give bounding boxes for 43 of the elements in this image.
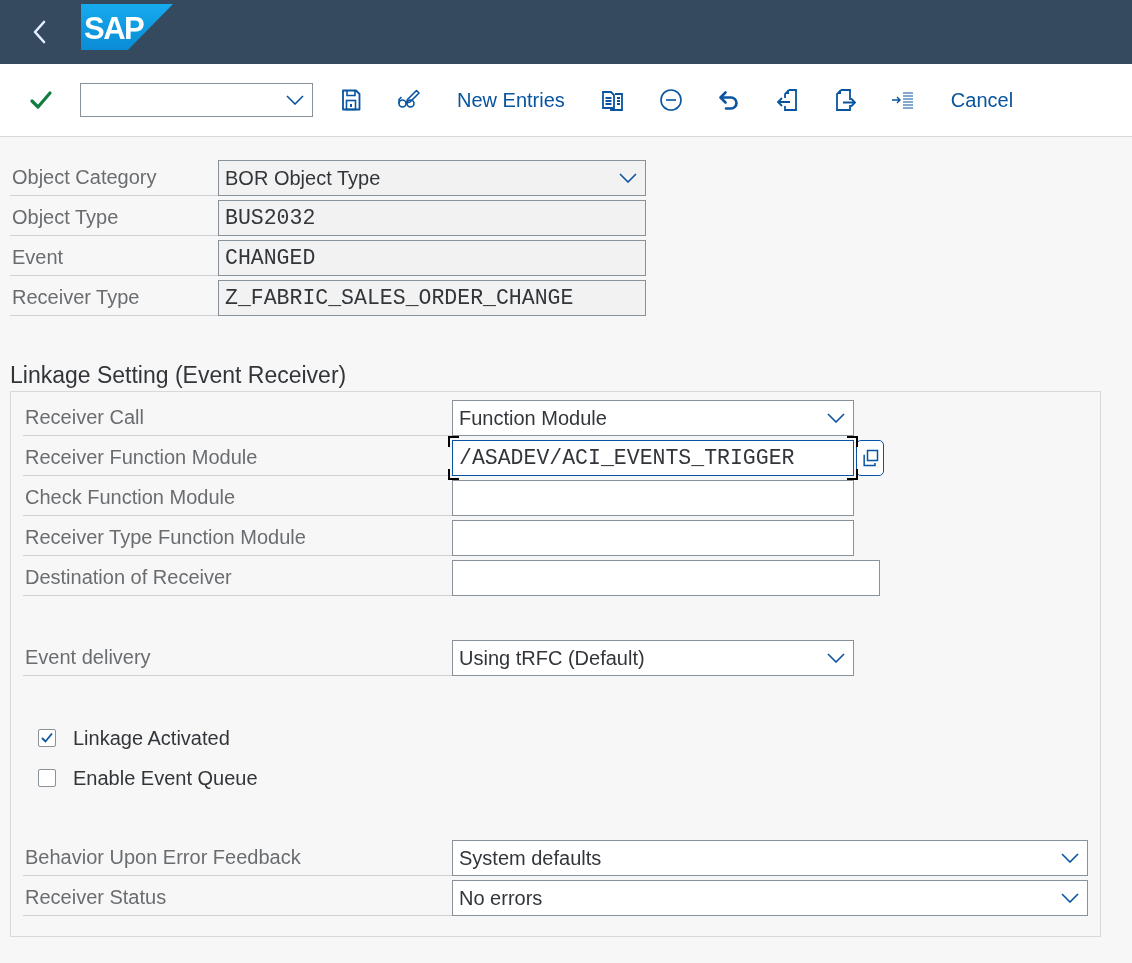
dropdown-field[interactable]: System defaults — [452, 840, 1088, 876]
logo: SAP — [81, 4, 173, 50]
checkbox-label: Linkage Activated — [73, 726, 230, 750]
field-label: Receiver Function Module — [23, 440, 452, 476]
chevron-down-icon — [1061, 853, 1079, 863]
documents-icon[interactable] — [600, 88, 625, 112]
section-title: Linkage Setting (Event Receiver) — [10, 362, 348, 388]
input-field[interactable] — [452, 560, 880, 596]
document-arrow-left-icon[interactable] — [774, 88, 799, 112]
toolbar-button[interactable]: New Entries — [447, 80, 575, 120]
checkbox[interactable] — [38, 769, 56, 787]
field-label: Receiver Type Function Module — [23, 520, 452, 556]
checkmark-icon[interactable] — [29, 88, 53, 112]
minus-circle-icon[interactable] — [658, 88, 683, 112]
chevron-left-icon[interactable] — [32, 20, 46, 44]
chevron-down-icon[interactable] — [286, 95, 304, 105]
field-label: Check Function Module — [23, 480, 452, 516]
chevron-down-icon — [1061, 893, 1079, 903]
command-field[interactable] — [80, 83, 313, 117]
dropdown-field[interactable]: Function Module — [452, 400, 854, 436]
input-field[interactable]: /ASADEV/ACI_EVENTS_TRIGGER — [452, 440, 854, 476]
value-help-button[interactable] — [856, 440, 884, 476]
undo-arrow-icon[interactable] — [716, 88, 741, 112]
field-label: Behavior Upon Error Feedback — [23, 840, 452, 876]
dropdown-field[interactable]: No errors — [452, 880, 1088, 916]
chevron-down-icon — [619, 173, 637, 183]
field-label: Destination of Receiver — [23, 560, 452, 596]
input-field: CHANGED — [218, 240, 646, 276]
input-field[interactable] — [452, 480, 854, 516]
overlapping-squares-icon[interactable] — [860, 448, 880, 468]
input-field: Z_FABRIC_SALES_ORDER_CHANGE — [218, 280, 646, 316]
checkbox-label: Enable Event Queue — [73, 766, 258, 790]
field-label: Event delivery — [23, 640, 452, 676]
field-label: Receiver Call — [23, 400, 452, 436]
input-field[interactable] — [452, 520, 854, 556]
chevron-down-icon — [827, 413, 845, 423]
dropdown-field[interactable]: Using tRFC (Default) — [452, 640, 854, 676]
input-field: BUS2032 — [218, 200, 646, 236]
focus-bracket — [448, 436, 459, 447]
dropdown-field: BOR Object Type — [218, 160, 646, 196]
chevron-down-icon — [827, 653, 845, 663]
toolbar-button[interactable]: Cancel — [940, 80, 1024, 120]
field-label: Receiver Status — [23, 880, 452, 916]
